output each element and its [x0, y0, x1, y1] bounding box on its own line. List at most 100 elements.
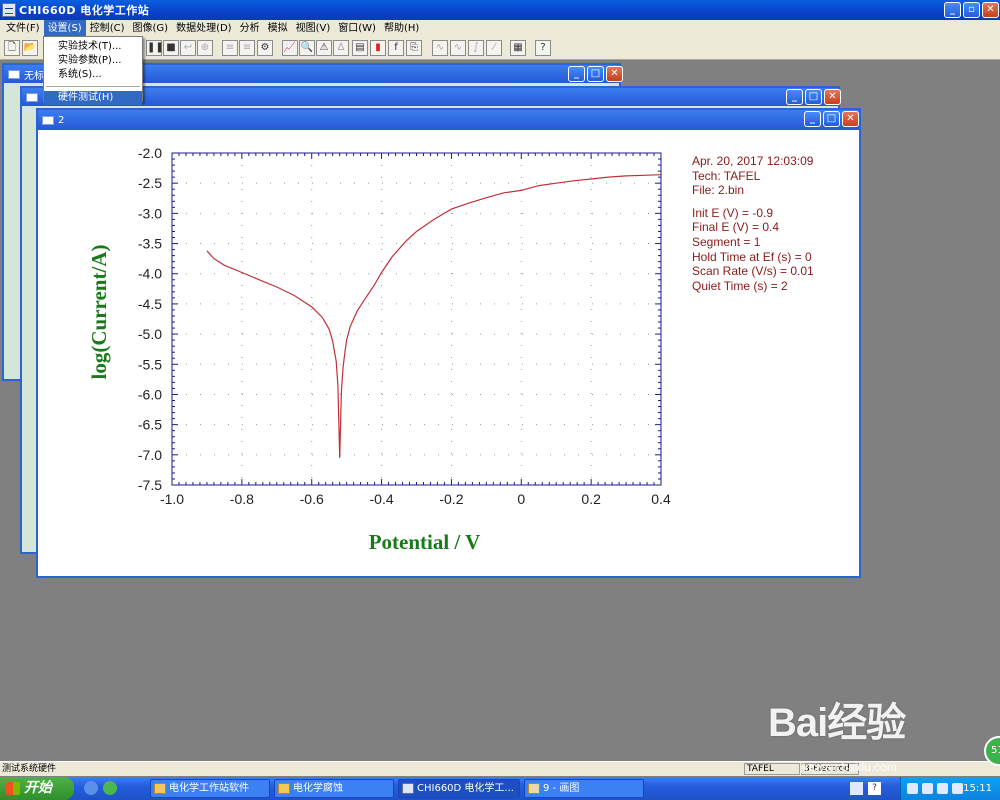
menu-graphics[interactable]: 图像(G): [129, 20, 173, 37]
overlay-icon[interactable]: ∆: [333, 40, 349, 56]
smooth-icon[interactable]: ∿: [432, 40, 448, 56]
menu-analysis[interactable]: 分析: [236, 20, 264, 37]
y-tick-label: -4.0: [138, 266, 162, 282]
app-window-controls: _ ▫ ✕: [944, 2, 999, 18]
volume-icon[interactable]: [922, 783, 933, 794]
windows-logo-icon: [6, 782, 20, 795]
x-axis-label: Potential / V: [369, 530, 481, 554]
stop-icon[interactable]: ■: [163, 40, 179, 56]
app-title-bar: CHI660D 电化学工作站 _ ▫ ✕: [0, 0, 1000, 20]
minimize-icon[interactable]: _: [786, 89, 803, 105]
menu-item-system[interactable]: 系统(S)...: [44, 68, 142, 82]
zoom-icon[interactable]: 🔍: [299, 40, 315, 56]
close-icon[interactable]: ✕: [842, 111, 859, 127]
table-icon[interactable]: ▦: [510, 40, 526, 56]
baseline-icon[interactable]: ⁄: [486, 40, 502, 56]
plot-frame: [171, 152, 662, 486]
x-tick-label: -1.0: [160, 491, 184, 507]
x-tick-label: 0.2: [581, 491, 601, 507]
menu-control[interactable]: 控制(C): [86, 20, 129, 37]
baidu-watermark: Bai经验: [768, 701, 906, 745]
open-file-icon[interactable]: 📂: [22, 40, 38, 56]
minimize-icon[interactable]: _: [804, 111, 821, 127]
help-icon[interactable]: ?: [535, 40, 551, 56]
y-tick-label: -5.0: [138, 326, 162, 342]
menu-help[interactable]: 帮助(H): [380, 20, 423, 37]
reverse-icon[interactable]: ↩: [180, 40, 196, 56]
menu-simulation[interactable]: 模拟: [264, 20, 292, 37]
peak-icon[interactable]: ⚠: [316, 40, 332, 56]
plot-window-controls: _ □ ✕: [804, 111, 859, 127]
color-icon[interactable]: ▮: [370, 40, 386, 56]
child-window-1-title: 无标: [24, 70, 44, 82]
deriv-icon[interactable]: ∿: [450, 40, 466, 56]
taskbar: 开始 电化学工作站软件 电化学腐蚀 CHI660D 电化学工... 9 - 画图…: [0, 777, 1000, 800]
maximize-icon[interactable]: □: [587, 66, 604, 82]
y-tick-label: -3.0: [138, 205, 162, 221]
param2-icon[interactable]: ≡: [239, 40, 255, 56]
param-icon[interactable]: ≡: [222, 40, 238, 56]
experiment-info: Apr. 20, 2017 12:03:09 Tech: TAFEL File:…: [692, 154, 814, 293]
x-tick-label: -0.2: [439, 491, 463, 507]
integ-icon[interactable]: ∫: [468, 40, 484, 56]
menu-view[interactable]: 视图(V): [292, 20, 335, 37]
info-scan-rate: Scan Rate (V/s) = 0.01: [692, 264, 814, 279]
y-tick-label: -6.0: [138, 386, 162, 402]
keyboard-icon[interactable]: [850, 782, 863, 795]
pause-icon[interactable]: ❚❚: [146, 40, 164, 56]
app-title: CHI660D 电化学工作站: [19, 4, 150, 17]
child-2-controls: _ □ ✕: [786, 89, 841, 105]
menu-item-parameters[interactable]: 实验参数(P)...: [44, 54, 142, 68]
minimize-icon[interactable]: _: [944, 2, 961, 18]
help-tray-icon[interactable]: ?: [868, 782, 881, 795]
task-paint[interactable]: 9 - 画图: [524, 779, 644, 798]
quicklaunch-icon[interactable]: [103, 781, 117, 795]
maximize-icon[interactable]: □: [805, 89, 822, 105]
info-file: File: 2.bin: [692, 183, 745, 198]
y-tick-label: -2.5: [138, 175, 162, 191]
task-corrosion[interactable]: 电化学腐蚀: [274, 779, 394, 798]
task-software[interactable]: 电化学工作站软件: [150, 779, 270, 798]
close-icon[interactable]: ✕: [982, 2, 999, 18]
menu-window[interactable]: 窗口(W): [334, 20, 380, 37]
info-final-e: Final E (V) = 0.4: [692, 220, 780, 235]
menu-bar: 文件(F) 设置(S) 控制(C) 图像(G) 数据处理(D) 分析 模拟 视图…: [0, 20, 1000, 37]
status-technique: TAFEL: [744, 763, 800, 775]
task-chi660d[interactable]: CHI660D 电化学工...: [398, 779, 520, 798]
clock: 15:11: [963, 783, 992, 794]
app-icon: [402, 783, 414, 794]
security-icon[interactable]: [937, 783, 948, 794]
plot-window[interactable]: 2 _ □ ✕ -1.0 -0.8 -0.6 -0.4 -0.2 0 0.2 0.4 -2.0 -…: [36, 108, 861, 578]
network-icon[interactable]: [907, 783, 918, 794]
close-icon[interactable]: ✕: [824, 89, 841, 105]
info-hold-time: Hold Time at Ef (s) = 0: [692, 249, 812, 264]
y-tick-label: -2.0: [138, 145, 162, 161]
ie-icon[interactable]: [84, 781, 98, 795]
font-icon[interactable]: f: [388, 40, 404, 56]
minimize-icon[interactable]: _: [568, 66, 585, 82]
toolbar: 🗋 📂 ❚❚ ■ ↩ ⊕ ≡ ≡ ⚙ 📈 🔍 ⚠ ∆ ▤ ▮ f ⎘ ∿ ∿ ∫…: [0, 37, 1000, 60]
baidu-watermark-url: jingyan.baidu.com: [800, 760, 897, 774]
copy-icon[interactable]: ⎘: [406, 40, 422, 56]
menu-data-proc[interactable]: 数据处理(D): [172, 20, 236, 37]
info-segment: Segment = 1: [692, 234, 761, 249]
menu-item-technique[interactable]: 实验技术(T)...: [44, 40, 142, 54]
restore-icon[interactable]: ▫: [963, 2, 980, 18]
new-file-icon[interactable]: 🗋: [4, 40, 20, 56]
cell-icon[interactable]: ⚙: [257, 40, 273, 56]
plot-window-title: 2: [58, 114, 65, 126]
ir-comp-icon[interactable]: ⊕: [197, 40, 213, 56]
multi-graph-icon[interactable]: ▤: [352, 40, 368, 56]
close-icon[interactable]: ✕: [606, 66, 623, 82]
maximize-icon[interactable]: □: [823, 111, 840, 127]
start-button[interactable]: 开始: [0, 777, 74, 800]
status-text: 测试系统硬件: [2, 764, 57, 774]
update-icon[interactable]: [952, 783, 963, 794]
graph-icon[interactable]: 📈: [282, 40, 298, 56]
info-tech: Tech: TAFEL: [692, 168, 761, 183]
menu-item-hardware-test[interactable]: 硬件测试(H): [44, 91, 142, 105]
y-tick-label: -7.0: [138, 447, 162, 463]
menu-file[interactable]: 文件(F): [2, 20, 44, 37]
menu-settings[interactable]: 设置(S): [43, 20, 86, 37]
menu-separator: [46, 86, 140, 87]
